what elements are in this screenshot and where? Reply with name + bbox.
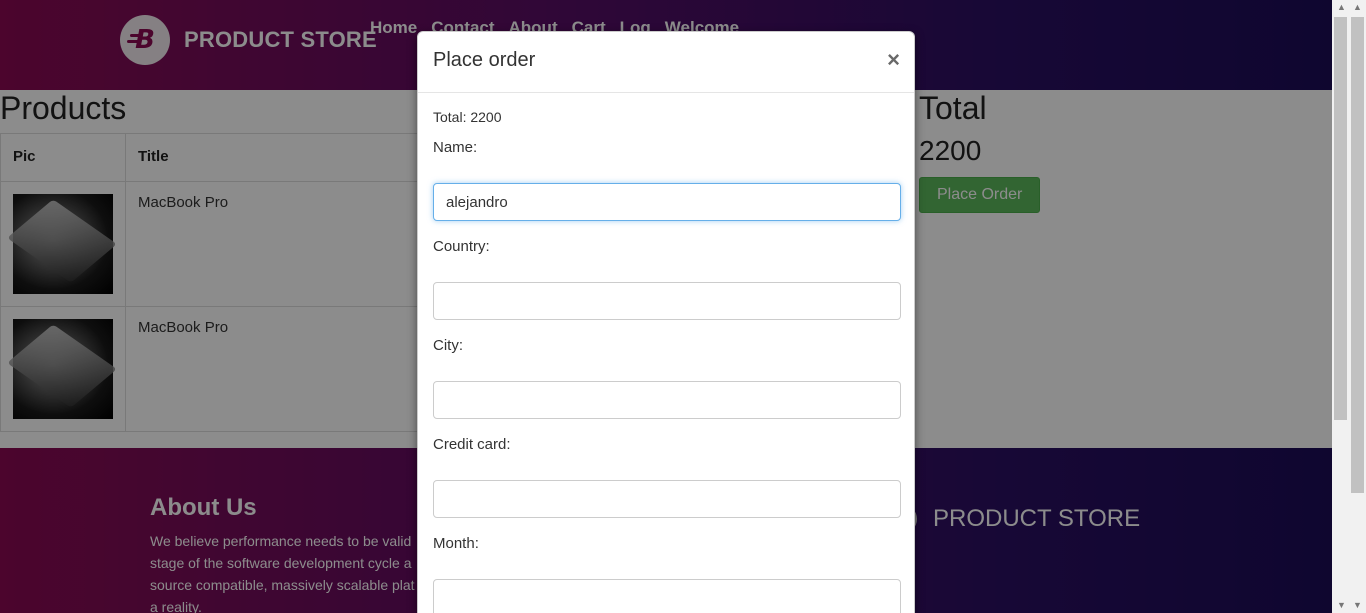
scroll-down-arrow-icon[interactable]: ▼ [1334, 598, 1349, 613]
name-input[interactable] [433, 183, 901, 221]
modal-header: Place order × [418, 32, 914, 93]
page-scroll-up-arrow-icon[interactable]: ▲ [1350, 0, 1365, 15]
modal-title: Place order [433, 49, 536, 71]
credit-card-input[interactable] [433, 480, 901, 518]
month-label: Month: [433, 535, 479, 552]
country-label: Country: [433, 238, 490, 255]
name-label: Name: [433, 139, 478, 156]
page-scroll-down-arrow-icon[interactable]: ▼ [1350, 598, 1365, 613]
month-input[interactable] [433, 579, 901, 613]
place-order-modal: Place order × Total: 2200 Name: Country:… [417, 31, 915, 613]
city-label: City: [433, 337, 463, 354]
city-input[interactable] [433, 381, 901, 419]
close-icon[interactable]: × [887, 48, 900, 72]
credit-card-label: Credit card: [433, 436, 511, 453]
scroll-up-arrow-icon[interactable]: ▲ [1334, 0, 1349, 15]
page-scrollbar-thumb[interactable] [1351, 17, 1364, 493]
modal-total: Total: 2200 [433, 109, 502, 125]
scrollbar-thumb[interactable] [1334, 17, 1347, 420]
country-input[interactable] [433, 282, 901, 320]
